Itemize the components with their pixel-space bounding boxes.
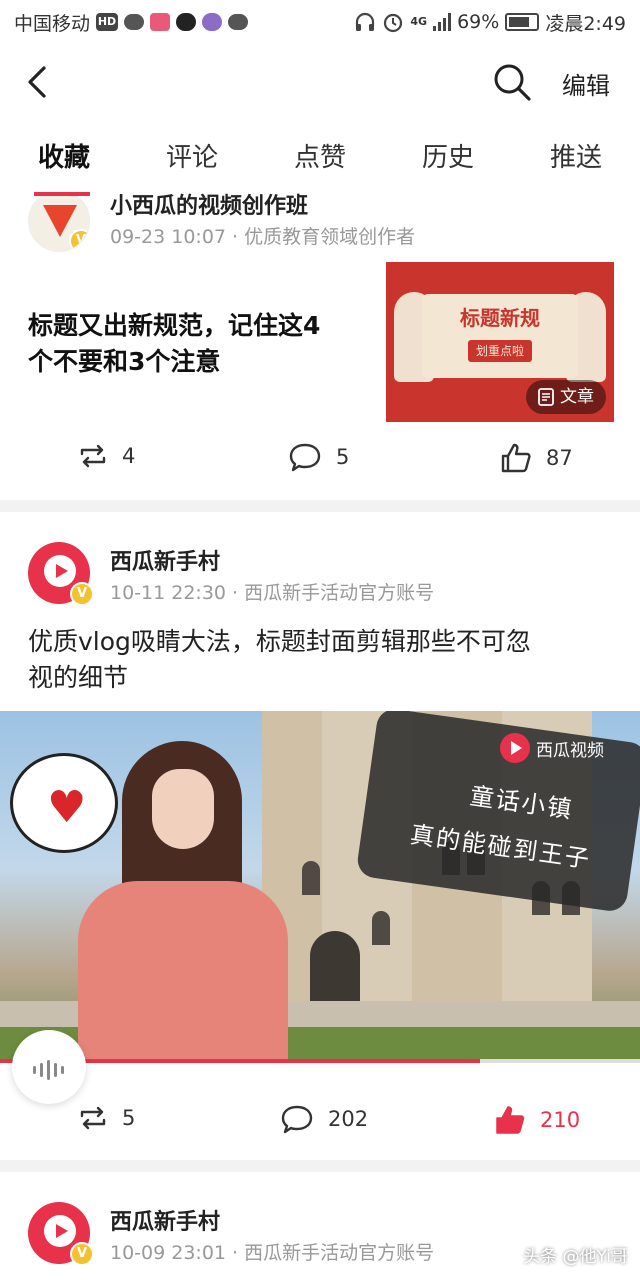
xigua-logo-icon bbox=[500, 733, 530, 763]
thumbs-up-icon bbox=[501, 443, 531, 473]
repost-icon bbox=[80, 444, 106, 468]
repost-button[interactable]: 4 bbox=[78, 442, 135, 470]
tab-history[interactable]: 历史 bbox=[384, 130, 512, 190]
repost-button[interactable]: 5 bbox=[78, 1104, 135, 1132]
tab-favorites[interactable]: 收藏 bbox=[0, 130, 128, 190]
like-count: 87 bbox=[546, 446, 573, 470]
voice-button[interactable] bbox=[12, 1030, 86, 1104]
repost-count: 5 bbox=[122, 1106, 136, 1130]
video-brand: 西瓜视频 bbox=[500, 733, 604, 763]
signal-icon bbox=[433, 13, 452, 31]
card-divider bbox=[0, 1160, 640, 1172]
repost-count: 4 bbox=[122, 444, 136, 468]
app-icon bbox=[202, 13, 223, 31]
action-bar: 4 5 87 bbox=[0, 442, 640, 482]
comment-icon bbox=[281, 1105, 313, 1134]
battery-icon bbox=[505, 13, 540, 31]
carrier-label: 中国移动 bbox=[14, 12, 91, 35]
watermark: 头条 @他Yi哥 bbox=[523, 1247, 628, 1267]
post-title[interactable]: 优质vlog吸睛大法，标题封面剪辑那些不可忽 视的细节 bbox=[28, 624, 618, 696]
speech-bubble: ♥ bbox=[10, 753, 118, 853]
app-notification-icon bbox=[150, 13, 171, 31]
post-meta: 10-09 23:01 · 西瓜新手活动官方账号 bbox=[110, 1242, 435, 1264]
comment-icon bbox=[289, 443, 321, 472]
tab-bar: 收藏 评论 点赞 历史 推送 bbox=[0, 130, 640, 190]
feed-list: V 小西瓜的视频创作班 09-23 10:07 · 优质教育领域创作者 标题又出… bbox=[0, 192, 640, 1280]
like-button[interactable]: 210 bbox=[494, 1104, 580, 1136]
article-tag: 文章 bbox=[526, 380, 606, 414]
verified-badge-icon: V bbox=[70, 582, 94, 606]
post-title-line: 标题又出新规范，记住这4 bbox=[28, 311, 321, 340]
video-progress-bar[interactable] bbox=[0, 1059, 640, 1063]
post-meta: 09-23 10:07 · 优质教育领域创作者 bbox=[110, 226, 416, 248]
avatar[interactable]: V bbox=[28, 192, 90, 252]
author-name[interactable]: 西瓜新手村 bbox=[110, 544, 220, 576]
wechat-icon bbox=[124, 14, 145, 30]
tab-indicator bbox=[34, 192, 90, 196]
post-title-line: 个不要和3个注意 bbox=[28, 347, 221, 376]
thumbnail-title: 标题新规 bbox=[460, 306, 540, 330]
tab-likes[interactable]: 点赞 bbox=[256, 130, 384, 190]
comment-count: 5 bbox=[336, 445, 350, 469]
heart-icon: ♥ bbox=[47, 782, 87, 833]
like-button[interactable]: 87 bbox=[500, 442, 573, 474]
author-name[interactable]: 小西瓜的视频创作班 bbox=[110, 192, 308, 220]
video-brand-label: 西瓜视频 bbox=[536, 740, 604, 761]
comment-button[interactable]: 5 bbox=[288, 442, 349, 472]
tab-push[interactable]: 推送 bbox=[512, 130, 640, 190]
top-bar: 编辑 bbox=[0, 44, 640, 120]
card-divider bbox=[0, 500, 640, 512]
comment-button[interactable]: 202 bbox=[280, 1104, 368, 1134]
status-bar: 中国移动 HD 4G 69% 凌晨2:49 bbox=[0, 0, 640, 44]
article-tag-label: 文章 bbox=[560, 387, 594, 407]
hd-icon: HD bbox=[96, 13, 119, 31]
thumbs-up-filled-icon bbox=[496, 1106, 525, 1134]
network-type-label: 4G bbox=[410, 15, 428, 28]
comment-count: 202 bbox=[328, 1107, 369, 1131]
action-bar: 5 202 210 bbox=[0, 1104, 640, 1144]
thumbnail-subtitle: 划重点啦 bbox=[468, 340, 532, 362]
tab-comments[interactable]: 评论 bbox=[128, 130, 256, 190]
repost-icon bbox=[80, 1106, 106, 1130]
feed-card[interactable]: V 小西瓜的视频创作班 09-23 10:07 · 优质教育领域创作者 标题又出… bbox=[0, 192, 640, 502]
article-thumbnail[interactable]: 标题新规 划重点啦 文章 bbox=[386, 262, 614, 422]
verified-badge-icon: V bbox=[69, 229, 89, 251]
post-title[interactable]: 标题又出新规范，记住这4 个不要和3个注意 bbox=[28, 308, 320, 380]
headphones-icon bbox=[356, 12, 375, 31]
edit-button[interactable]: 编辑 bbox=[562, 66, 610, 101]
back-arrow-icon[interactable] bbox=[22, 64, 58, 100]
document-icon bbox=[538, 388, 554, 406]
post-title-line: 优质vlog吸睛大法，标题封面剪辑那些不可忽 bbox=[28, 627, 531, 656]
tiktok-icon bbox=[176, 13, 197, 31]
like-count: 210 bbox=[540, 1108, 581, 1132]
message-icon bbox=[228, 14, 249, 30]
battery-percent: 69% bbox=[457, 11, 500, 33]
video-player[interactable]: ♥ 西瓜视频 童话小镇 真的能碰到王子 bbox=[0, 711, 640, 1061]
post-title-line: 视的细节 bbox=[28, 663, 129, 692]
search-icon[interactable] bbox=[492, 62, 532, 102]
clock: 凌晨2:49 bbox=[545, 12, 626, 35]
verified-badge-icon: V bbox=[70, 1242, 94, 1266]
alarm-icon bbox=[384, 13, 403, 33]
author-name[interactable]: 西瓜新手村 bbox=[110, 1204, 220, 1236]
post-meta: 10-11 22:30 · 西瓜新手活动官方账号 bbox=[110, 582, 435, 604]
